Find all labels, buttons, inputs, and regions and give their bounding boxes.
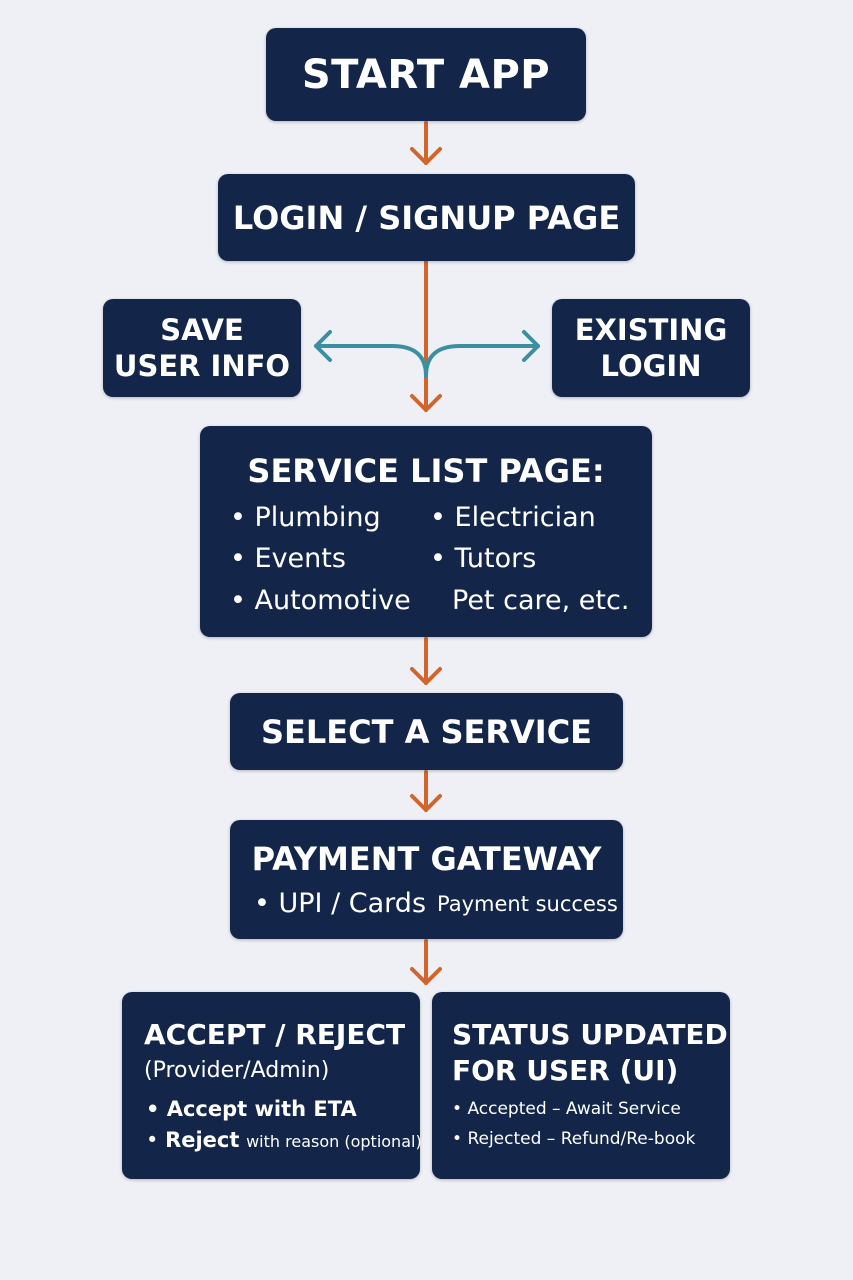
service-item-automotive: • Automotive <box>230 585 411 616</box>
login-signup-node: LOGIN / SIGNUP PAGE <box>218 174 635 261</box>
status-item-accepted: • Accepted – Await Service <box>452 1099 681 1119</box>
accept-reject-node: ACCEPT / REJECT (Provider/Admin) • Accep… <box>122 992 422 1179</box>
arrow-select-to-payment <box>410 770 442 812</box>
payment-item-success: Payment success <box>437 892 618 916</box>
start-app-node: START APP <box>266 28 586 121</box>
save-user-info-node: SAVE USER INFO <box>103 299 301 397</box>
status-item-rejected: • Rejected – Refund/Re-book <box>452 1129 696 1149</box>
arrow-start-to-login <box>410 121 442 165</box>
service-item-electrician: • Electrician <box>430 502 596 533</box>
arrow-payment-to-outcomes <box>410 939 442 985</box>
payment-item-upi-cards: • UPI / Cards <box>254 888 427 919</box>
status-title-line1: STATUS UPDATED <box>452 1018 728 1051</box>
existing-login-line1: EXISTING <box>574 312 728 347</box>
start-app-title: START APP <box>301 51 551 98</box>
save-user-line2: USER INFO <box>113 349 291 383</box>
arrow-service-list-to-select <box>410 637 442 685</box>
status-title-line2: FOR USER (UI) <box>452 1054 679 1087</box>
service-item-plumbing: • Plumbing <box>230 502 381 533</box>
existing-login-line2: LOGIN <box>600 349 702 383</box>
login-signup-title: LOGIN / SIGNUP PAGE <box>232 198 621 237</box>
arrow-branch-to-existing-login <box>424 330 540 378</box>
service-item-pet-care: Pet care, etc. <box>452 585 630 616</box>
select-service-node: SELECT A SERVICE <box>230 693 623 770</box>
save-user-line1: SAVE <box>160 312 244 347</box>
accept-reject-title: ACCEPT / REJECT <box>144 1018 406 1051</box>
payment-gateway-title: PAYMENT GATEWAY <box>251 840 602 878</box>
service-item-tutors: • Tutors <box>430 543 537 574</box>
service-item-events: • Events <box>230 543 346 574</box>
accept-item-eta: • Accept with ETA <box>146 1097 357 1121</box>
arrow-branch-to-save-user <box>314 330 428 378</box>
existing-login-node: EXISTING LOGIN <box>552 299 750 397</box>
accept-reject-subtitle: (Provider/Admin) <box>144 1058 330 1083</box>
reject-item-reason: • Reject with reason (optional) <box>146 1128 422 1152</box>
payment-gateway-node: PAYMENT GATEWAY • UPI / Cards Payment su… <box>230 820 623 939</box>
service-list-node: SERVICE LIST PAGE: • Plumbing • Electric… <box>200 426 652 637</box>
status-updated-node: STATUS UPDATED FOR USER (UI) • Accepted … <box>432 992 730 1179</box>
select-service-title: SELECT A SERVICE <box>260 712 593 751</box>
arrow-login-to-service-list <box>410 260 442 412</box>
service-list-title: SERVICE LIST PAGE: <box>247 452 605 490</box>
